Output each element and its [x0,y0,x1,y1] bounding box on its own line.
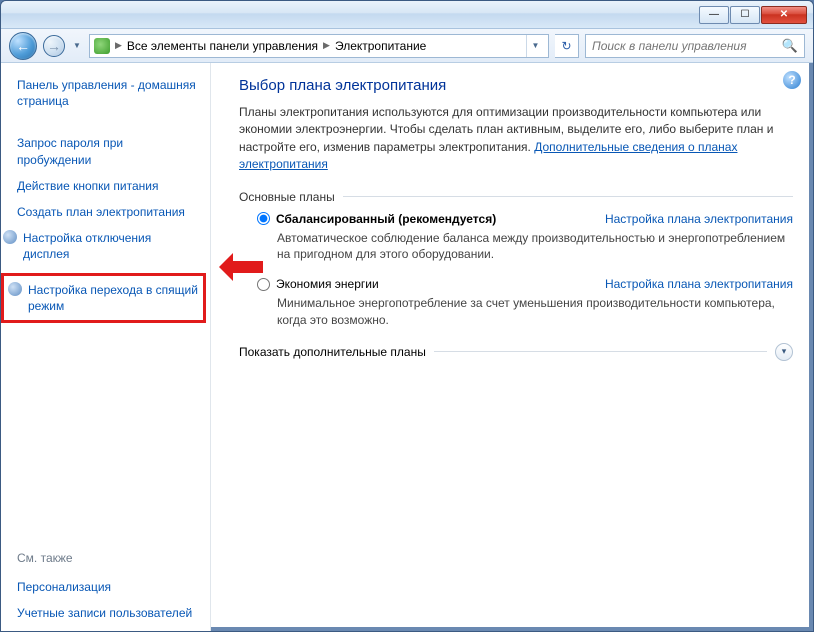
sidebar-home-link[interactable]: Панель управления - домашняя страница [17,77,200,109]
nav-history-dropdown[interactable]: ▼ [71,36,83,56]
chevron-down-icon: ▾ [782,346,787,357]
chevron-right-icon: ▶ [321,40,332,51]
main-content: ? Выбор плана электропитания Планы элект… [211,63,813,631]
plan-title-text: Сбалансированный (рекомендуется) [276,212,496,226]
see-also-label: См. также [17,551,200,565]
breadcrumb-item-power[interactable]: Электропитание [335,39,426,53]
page-title: Выбор плана электропитания [239,77,793,94]
help-button[interactable]: ? [783,71,801,89]
plan-powersaver-radio-label[interactable]: Экономия энергии [257,277,379,291]
maximize-button[interactable]: ☐ [730,6,760,24]
chevron-right-icon: ▶ [113,40,124,51]
plan-balanced-desc: Автоматическое соблюдение баланса между … [277,230,793,264]
sidebar-item-display-off[interactable]: Настройка отключения дисплея [3,230,200,262]
annotation-arrow [219,253,263,281]
breadcrumb[interactable]: ▶ Все элементы панели управления ▶ Элект… [89,34,549,58]
show-additional-label: Показать дополнительные планы [239,345,426,359]
search-input[interactable] [592,39,782,53]
window-frame: — ☐ ✕ ← → ▼ ▶ Все элементы панели управл… [0,0,814,632]
minimize-button[interactable]: — [699,6,729,24]
plan-balanced: Сбалансированный (рекомендуется) Настрой… [257,212,793,264]
sidebar-item-sleep-highlighted[interactable]: Настройка перехода в спящий режим [1,273,206,323]
breadcrumb-item-all[interactable]: Все элементы панели управления [127,39,318,53]
display-icon [3,230,17,244]
plan-balanced-radio[interactable] [257,212,270,225]
search-icon: 🔍 [782,38,798,54]
breadcrumb-dropdown[interactable]: ▼ [526,35,544,57]
see-also-user-accounts[interactable]: Учетные записи пользователей [17,605,200,621]
nav-back-button[interactable]: ← [9,32,37,60]
plan-powersaver: Экономия энергии Настройка плана электро… [257,277,793,329]
sidebar-item-power-button[interactable]: Действие кнопки питания [17,178,200,194]
address-bar: ← → ▼ ▶ Все элементы панели управления ▶… [1,29,813,63]
plan-powersaver-settings-link[interactable]: Настройка плана электропитания [605,277,793,291]
intro-text: Планы электропитания используются для оп… [239,104,793,174]
show-additional-plans-row[interactable]: Показать дополнительные планы ▾ [239,343,793,361]
refresh-icon: ↻ [561,39,571,53]
plan-balanced-settings-link[interactable]: Настройка плана электропитания [605,212,793,226]
search-box[interactable]: 🔍 [585,34,805,58]
arrow-left-icon: ← [16,39,30,53]
plan-powersaver-desc: Минимальное энергопотребление за счет ум… [277,295,793,329]
section-basic-plans: Основные планы [239,190,793,204]
plan-title-text: Экономия энергии [276,277,379,291]
help-icon: ? [788,73,795,87]
sidebar-item-password[interactable]: Запрос пароля при пробуждении [17,135,200,167]
sidebar: Панель управления - домашняя страница За… [1,63,211,631]
sidebar-item-label: Настройка перехода в спящий режим [28,282,199,314]
sidebar-item-create-plan[interactable]: Создать план электропитания [17,204,200,220]
sleep-icon [8,282,22,296]
arrow-right-icon: → [47,39,61,53]
control-panel-icon [94,38,110,54]
nav-forward-button[interactable]: → [43,35,65,57]
titlebar: — ☐ ✕ [1,1,813,29]
refresh-button[interactable]: ↻ [555,34,579,58]
see-also-personalization[interactable]: Персонализация [17,579,200,595]
sidebar-item-label: Настройка отключения дисплея [23,230,200,262]
close-button[interactable]: ✕ [761,6,807,24]
expand-button[interactable]: ▾ [775,343,793,361]
plan-balanced-radio-label[interactable]: Сбалансированный (рекомендуется) [257,212,496,226]
